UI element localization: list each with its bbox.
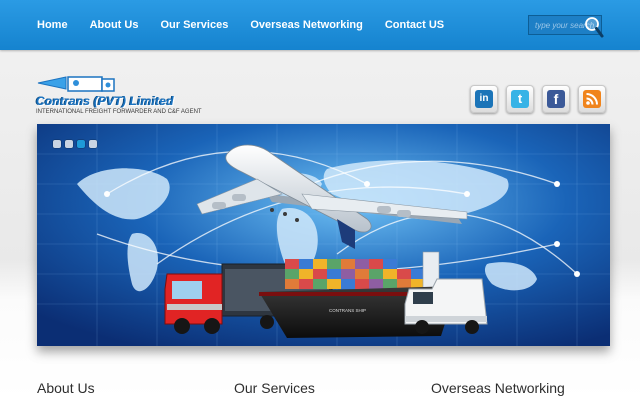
section-heading-our-services: Our Services — [234, 380, 315, 396]
main-nav: Home About Us Our Services Overseas Netw… — [37, 0, 466, 50]
slider-dot[interactable] — [65, 140, 73, 148]
nav-home[interactable]: Home — [37, 19, 68, 31]
hero-banner: CONTRANS SHIP — [37, 124, 610, 346]
linkedin-icon: in — [475, 90, 493, 108]
section-heading-about-us: About Us — [37, 380, 95, 396]
nav-about-us[interactable]: About Us — [90, 19, 139, 31]
section-heading-overseas-networking: Overseas Networking — [431, 380, 565, 396]
facebook-icon: f — [547, 90, 565, 108]
logo-truck-mark — [37, 76, 115, 92]
ship-name-label: CONTRANS SHIP — [329, 308, 366, 313]
top-nav-bar: Home About Us Our Services Overseas Netw… — [0, 0, 640, 50]
twitter-button[interactable]: t — [506, 85, 534, 113]
banner-image: CONTRANS SHIP — [37, 124, 610, 346]
social-links: in t f — [470, 85, 614, 113]
linkedin-button[interactable]: in — [470, 85, 498, 113]
slider-dot[interactable] — [53, 140, 61, 148]
magnifier-icon[interactable] — [584, 15, 604, 39]
nav-contact-us[interactable]: Contact US — [385, 19, 444, 31]
twitter-icon: t — [511, 90, 529, 108]
company-name: Contrans (PVT) Limited — [36, 94, 174, 108]
rss-icon — [583, 90, 601, 108]
slider-dot[interactable] — [89, 140, 97, 148]
nav-our-services[interactable]: Our Services — [160, 19, 228, 31]
rss-button[interactable] — [578, 85, 606, 113]
company-logo[interactable]: Contrans (PVT) Limited INTERNATIONAL FRE… — [36, 73, 226, 123]
slider-dot-active[interactable] — [77, 140, 85, 148]
facebook-button[interactable]: f — [542, 85, 570, 113]
company-tagline: INTERNATIONAL FREIGHT FORWARDER AND C&F … — [36, 109, 202, 115]
nav-overseas-networking[interactable]: Overseas Networking — [250, 19, 363, 31]
slider-dots — [53, 140, 101, 148]
search-box — [528, 15, 604, 39]
